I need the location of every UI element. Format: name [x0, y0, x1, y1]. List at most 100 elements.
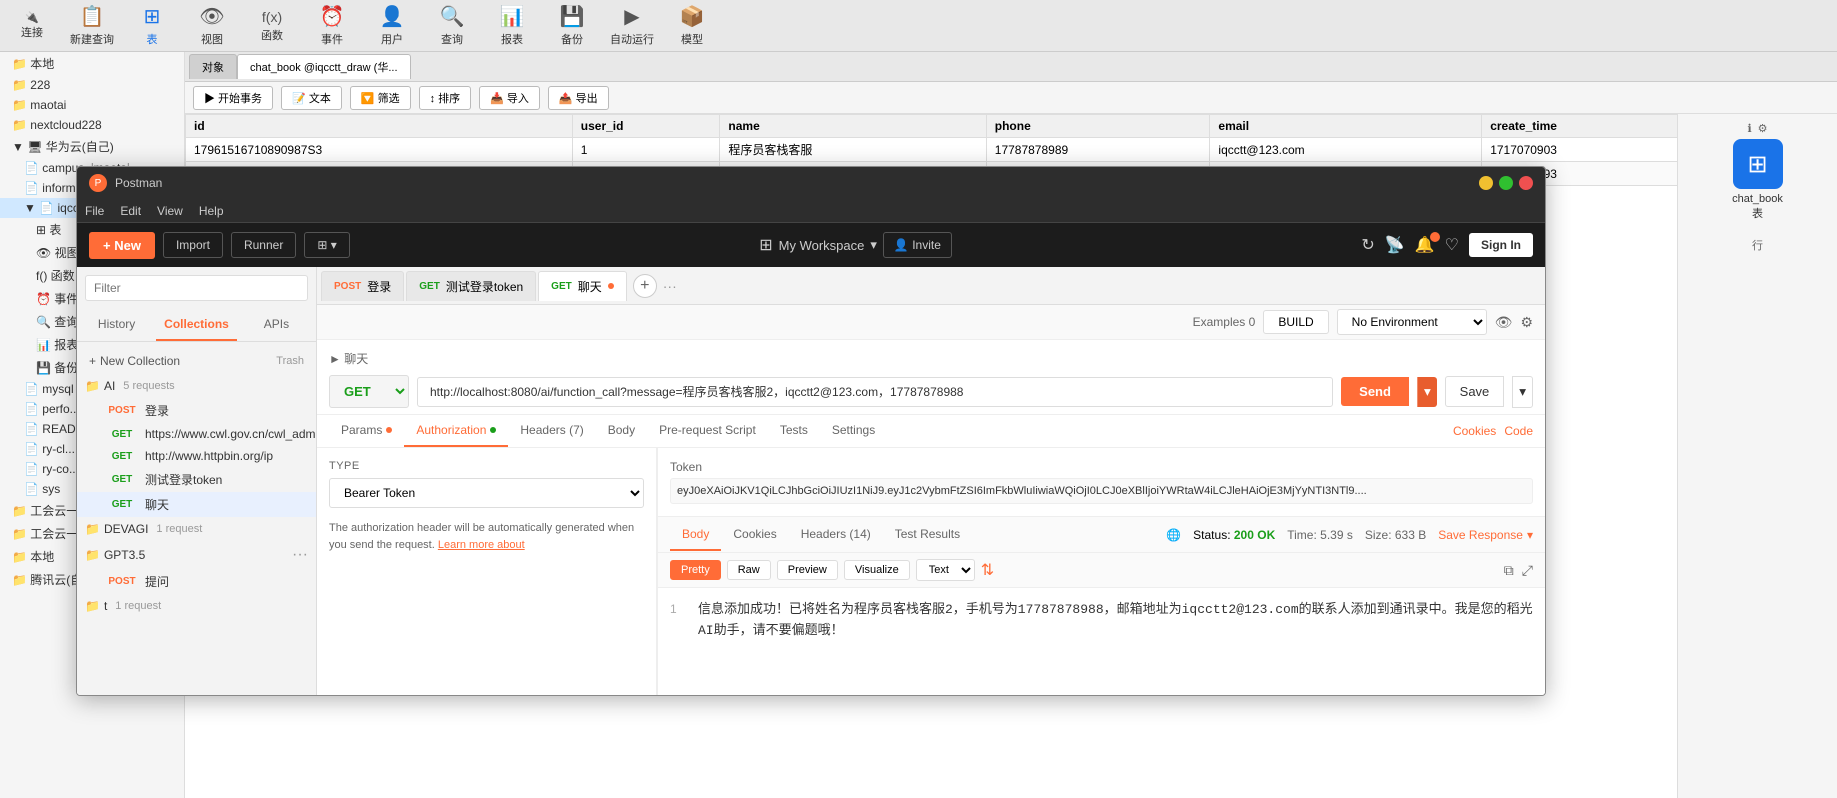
req-tab-test-token[interactable]: GET 测试登录token	[406, 271, 536, 301]
param-tab-tests[interactable]: Tests	[768, 415, 820, 447]
expand-icon[interactable]: ⤢	[1522, 562, 1533, 579]
new-collection-btn[interactable]: + New Collection	[77, 348, 192, 374]
heart-icon[interactable]: ♡	[1445, 235, 1459, 255]
collection-ai-header[interactable]: 📁 AI 5 requests	[77, 374, 316, 398]
collection-devagi-header[interactable]: 📁 DEVAGI 1 request	[77, 517, 316, 541]
new-button[interactable]: + New	[89, 232, 155, 259]
req-tab-chat[interactable]: GET 聊天	[538, 271, 627, 301]
param-tab-body[interactable]: Body	[596, 415, 647, 447]
sidebar-huawei[interactable]: ▼ 🖥 华为云(自己)	[0, 135, 184, 158]
settings-icon[interactable]: ⚙	[1758, 122, 1768, 135]
format-visualize-btn[interactable]: Visualize	[844, 560, 910, 580]
settings2-icon[interactable]: ⚙	[1520, 314, 1533, 331]
trash-btn[interactable]: Trash	[264, 349, 316, 373]
close-btn[interactable]: ✕	[1519, 176, 1533, 190]
send-button[interactable]: Send	[1341, 377, 1409, 406]
collection-t-header[interactable]: 📁 t 1 request	[77, 594, 316, 618]
cookies-link[interactable]: Cookies	[1453, 424, 1496, 438]
request-httpbin[interactable]: GET http://www.httpbin.org/ip	[77, 445, 316, 467]
function-item[interactable]: f(x) 函数	[248, 9, 296, 43]
format-icon[interactable]: ⇅	[981, 560, 994, 580]
backup-item[interactable]: 💾 备份	[548, 4, 596, 47]
resp-tab-cookies[interactable]: Cookies	[721, 519, 788, 551]
gpt35-more-icon[interactable]: ···	[292, 546, 308, 564]
tab-collections[interactable]: Collections	[156, 309, 237, 341]
url-input[interactable]	[417, 377, 1333, 407]
layout-button[interactable]: ⊞ ▾	[304, 232, 349, 258]
info-icon[interactable]: ℹ	[1747, 122, 1751, 135]
table-item[interactable]: ⊞ 表	[128, 4, 176, 47]
user-item[interactable]: 👤 用户	[368, 4, 416, 47]
sidebar-228[interactable]: 📁 228	[0, 75, 184, 95]
notification-bell[interactable]: 🔔	[1415, 235, 1435, 255]
text-btn[interactable]: 📝 文本	[281, 86, 342, 110]
table-row[interactable]: 17961516710890987S3 1 程序员客栈客服 1778787898…	[186, 138, 1837, 162]
param-tab-auth[interactable]: Authorization	[404, 415, 508, 447]
resp-tab-body[interactable]: Body	[670, 519, 721, 551]
request-test-token[interactable]: GET 测试登录token	[77, 467, 316, 492]
menu-view[interactable]: View	[157, 204, 183, 218]
request-ask[interactable]: POST 提问	[77, 569, 316, 594]
sync-icon[interactable]: ↻	[1361, 235, 1374, 255]
sort-btn[interactable]: ↕ 排序	[419, 86, 472, 110]
format-type-select[interactable]: Text	[916, 559, 975, 581]
invite-button[interactable]: 👤 Invite	[883, 232, 952, 258]
method-selector[interactable]: GET	[329, 375, 409, 408]
autorun-item[interactable]: ▶ 自动运行	[608, 4, 656, 47]
request-cwl[interactable]: GET https://www.cwl.gov.cn/cwl_admin/fro…	[77, 423, 316, 445]
chat-book-tab[interactable]: chat_book @iqcctt_draw (华...	[237, 54, 411, 79]
send-dropdown[interactable]: ▾	[1417, 377, 1437, 407]
model-item[interactable]: 📦 模型	[668, 4, 716, 47]
import-btn[interactable]: 📥 导入	[479, 86, 540, 110]
auth-type-selector[interactable]: Bearer Token	[329, 478, 644, 508]
menu-help[interactable]: Help	[199, 204, 224, 218]
connect-item[interactable]: 🔌 连接	[8, 11, 56, 40]
event-item[interactable]: ⏰ 事件	[308, 4, 356, 47]
menu-file[interactable]: File	[85, 204, 104, 218]
request-chat[interactable]: GET 聊天	[77, 492, 316, 517]
add-tab-btn[interactable]: +	[633, 274, 657, 298]
param-tab-settings[interactable]: Settings	[820, 415, 887, 447]
satellite-icon[interactable]: 📡	[1385, 235, 1405, 255]
param-tab-headers[interactable]: Headers (7)	[508, 415, 595, 447]
save-dropdown-btn[interactable]: ▾	[1512, 376, 1533, 408]
request-login[interactable]: POST 登录	[77, 398, 316, 423]
token-value[interactable]: eyJ0eXAiOiJKV1QiLCJhbGciOiJIUzI1NiJ9.eyJ…	[670, 478, 1533, 504]
collection-gpt35-header[interactable]: 📁 GPT3.5 ···	[77, 541, 316, 569]
maximize-btn[interactable]: □	[1499, 176, 1513, 190]
resp-tab-test-results[interactable]: Test Results	[883, 519, 972, 551]
import-button[interactable]: Import	[163, 232, 223, 258]
menu-edit[interactable]: Edit	[120, 204, 141, 218]
new-query-item[interactable]: 📋 新建查询	[68, 4, 116, 47]
format-pretty-btn[interactable]: Pretty	[670, 560, 721, 580]
signin-button[interactable]: Sign In	[1469, 233, 1533, 257]
resp-tab-headers[interactable]: Headers (14)	[789, 519, 883, 551]
start-transaction-btn[interactable]: ▶ 开始事务	[193, 86, 273, 110]
export-btn[interactable]: 📤 导出	[548, 86, 609, 110]
param-tab-prerequest[interactable]: Pre-request Script	[647, 415, 768, 447]
filter-btn[interactable]: 🔽 筛选	[350, 86, 411, 110]
build-button[interactable]: BUILD	[1263, 310, 1328, 334]
eye-icon[interactable]: 👁	[1495, 314, 1513, 331]
learn-more-link[interactable]: Learn more about	[438, 539, 525, 551]
tab-apis[interactable]: APIs	[237, 309, 316, 341]
view-item[interactable]: 👁 视图	[188, 4, 236, 47]
format-preview-btn[interactable]: Preview	[777, 560, 838, 580]
query-item[interactable]: 🔍 查询	[428, 4, 476, 47]
minimize-btn[interactable]: —	[1479, 176, 1493, 190]
sidebar-search-input[interactable]	[85, 275, 308, 301]
report-item[interactable]: 📊 报表	[488, 4, 536, 47]
sidebar-maotai[interactable]: 📁 maotai	[0, 95, 184, 115]
tab-history[interactable]: History	[77, 309, 156, 341]
more-tabs-icon[interactable]: ···	[663, 278, 677, 294]
sidebar-local[interactable]: 📁 本地	[0, 52, 184, 75]
save-response-btn[interactable]: Save Response ▾	[1438, 528, 1533, 542]
sidebar-nextcloud[interactable]: 📁 nextcloud228	[0, 115, 184, 135]
env-selector[interactable]: No Environment	[1337, 309, 1487, 335]
code-link[interactable]: Code	[1504, 424, 1533, 438]
param-tab-params[interactable]: Params	[329, 415, 404, 447]
req-tab-login[interactable]: POST 登录	[321, 271, 404, 301]
copy-icon[interactable]: ⧉	[1504, 562, 1514, 579]
object-tab[interactable]: 对象	[189, 54, 237, 79]
save-button[interactable]: Save	[1445, 376, 1505, 407]
